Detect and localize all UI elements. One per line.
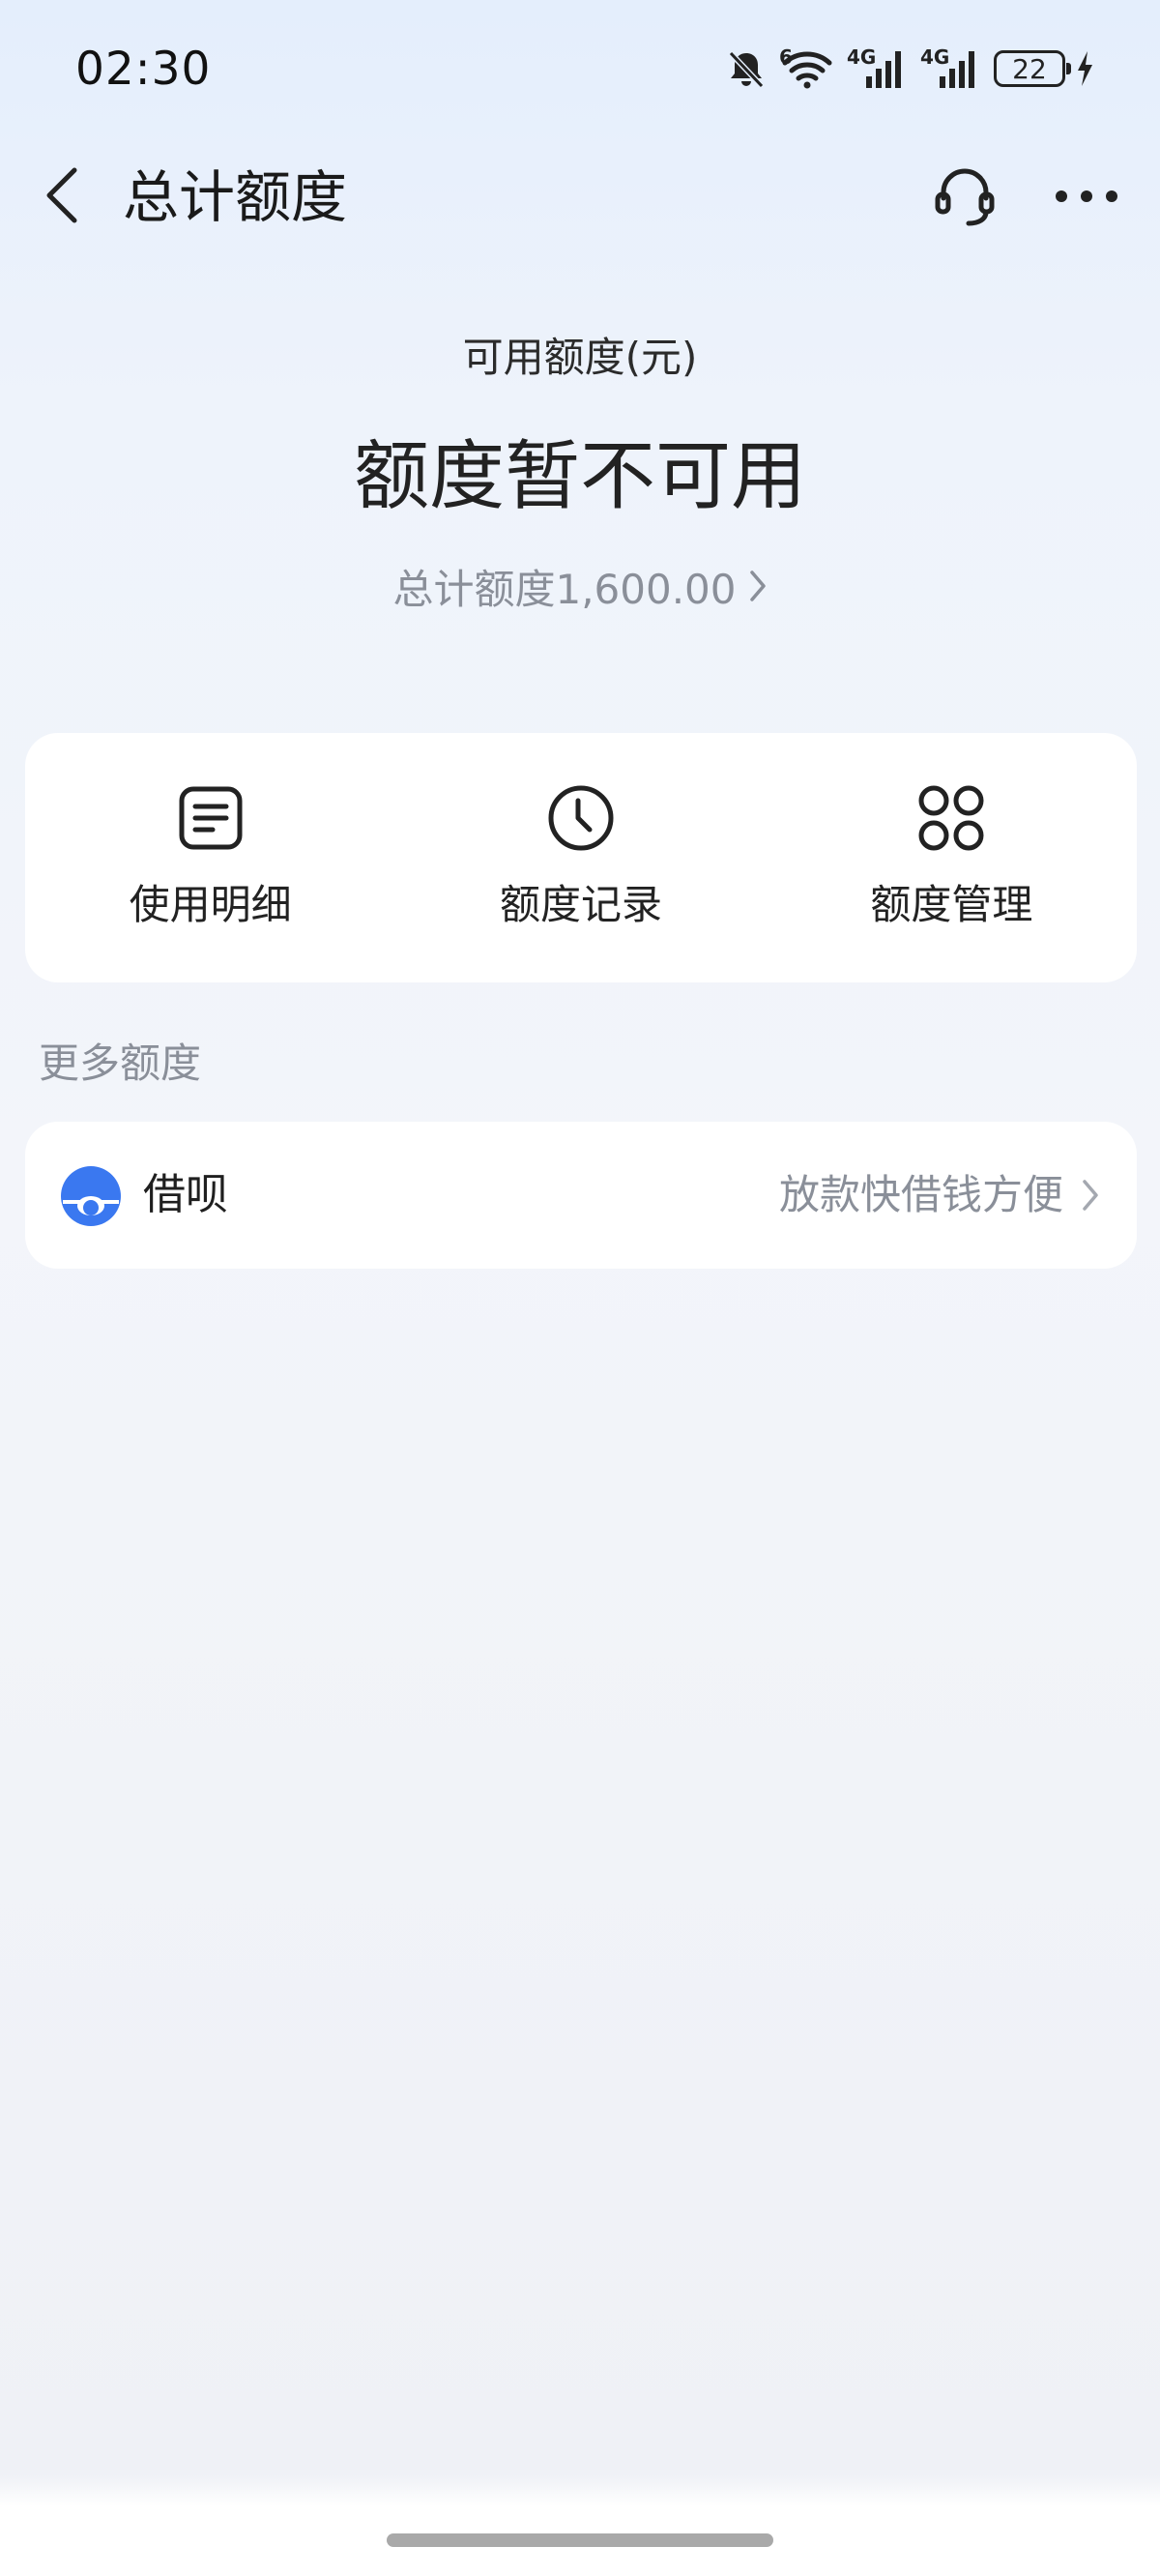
total-credit-link[interactable]: 总计额度1,600.00 — [392, 563, 767, 617]
back-button[interactable] — [29, 163, 97, 231]
wifi-sup-label: 6 — [779, 45, 793, 69]
clock-icon — [546, 783, 616, 853]
mute-bell-icon — [725, 47, 768, 90]
network-label-1: 4G — [847, 45, 877, 69]
action-label: 使用明细 — [129, 881, 292, 928]
more-icon — [1053, 187, 1120, 210]
battery-level: 22 — [1012, 52, 1047, 85]
action-label: 额度管理 — [870, 881, 1033, 928]
credit-records-button[interactable]: 额度记录 — [395, 733, 766, 982]
more-credit-list: 借呗 放款快借钱方便 — [25, 1122, 1137, 1269]
cellular-indicator-2: 4G — [920, 45, 980, 90]
more-button[interactable] — [1050, 161, 1123, 235]
cellular-indicator-1: 4G — [847, 45, 907, 90]
credit-management-button[interactable]: 额度管理 — [767, 733, 1137, 982]
page-title: 总计额度 — [123, 164, 348, 230]
credit-status-text: 额度暂不可用 — [353, 433, 806, 520]
status-time: 02:30 — [75, 43, 212, 96]
home-indicator[interactable] — [387, 2533, 773, 2547]
battery-icon: 22 — [994, 50, 1071, 87]
network-label-2: 4G — [920, 45, 950, 69]
action-label: 额度记录 — [499, 881, 662, 928]
customer-service-button[interactable] — [928, 161, 1001, 235]
more-credit-title: 更多额度 — [39, 1039, 202, 1087]
jiebei-logo-icon — [60, 1165, 122, 1227]
nav-bar: 总计额度 — [0, 140, 1160, 256]
wifi-indicator: 6 — [779, 45, 833, 90]
jiebei-name: 借呗 — [143, 1170, 228, 1219]
credit-summary: 可用额度(元) 额度暂不可用 总计额度1,600.00 — [0, 329, 1160, 617]
available-credit-label: 可用额度(元) — [462, 334, 698, 381]
status-bar: 02:30 6 4G 4G 22 — [0, 0, 1160, 140]
charging-icon — [1075, 49, 1094, 88]
status-icons: 6 4G 4G 22 — [711, 44, 1094, 93]
back-arrow-icon — [42, 164, 84, 230]
action-card: 使用明细 额度记录 额度管理 — [25, 733, 1137, 982]
grid-icon — [916, 783, 986, 853]
chevron-right-icon — [1081, 1178, 1100, 1216]
headset-icon — [932, 163, 998, 233]
chevron-right-icon — [748, 563, 768, 617]
usage-details-button[interactable]: 使用明细 — [25, 733, 395, 982]
jiebei-description: 放款快借钱方便 — [778, 1171, 1063, 1218]
jiebei-list-item[interactable]: 借呗 放款快借钱方便 — [25, 1122, 1137, 1269]
document-icon — [176, 783, 246, 853]
total-credit-label: 总计额度1,600.00 — [392, 566, 737, 613]
